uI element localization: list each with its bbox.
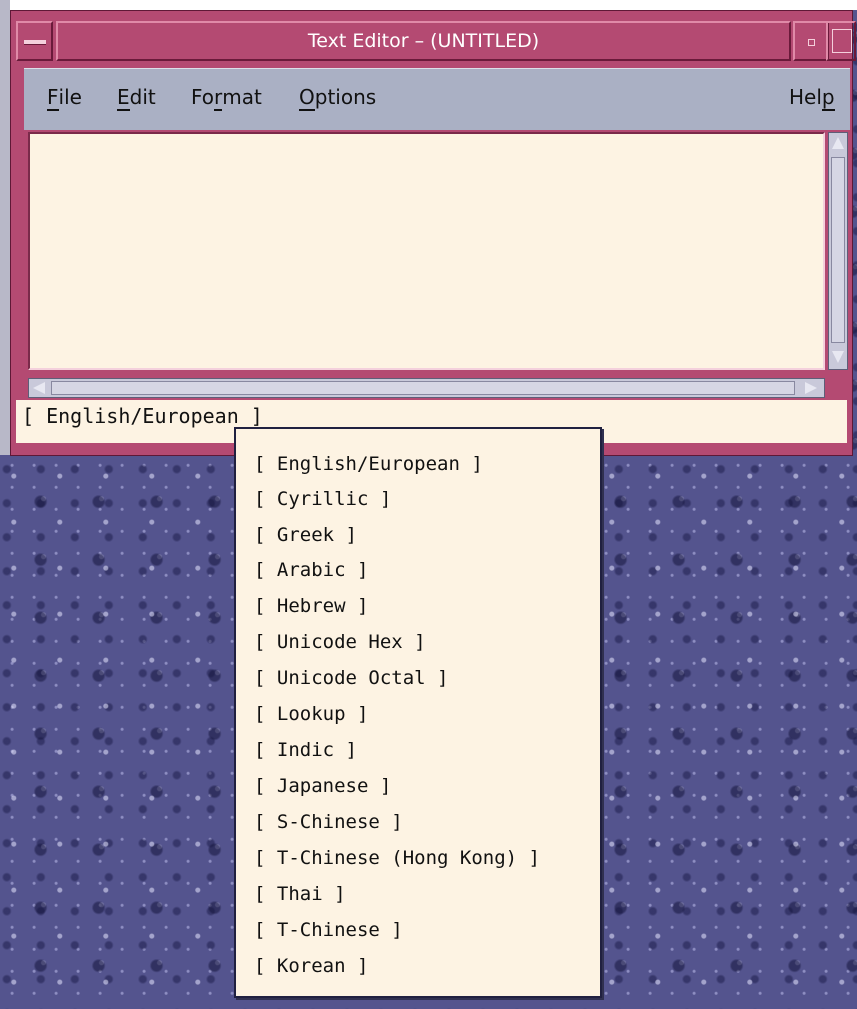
scroll-right-arrow-icon[interactable]	[805, 382, 817, 394]
menu-edit-rest: dit	[129, 85, 156, 109]
scroll-down-arrow-icon[interactable]	[832, 351, 844, 363]
horizontal-scroll-thumb[interactable]	[51, 381, 795, 395]
scroll-left-arrow-icon[interactable]	[33, 382, 45, 394]
minimize-button[interactable]	[793, 21, 829, 61]
menu-options-mnemonic: O	[299, 85, 315, 111]
scroll-up-arrow-icon[interactable]	[832, 137, 844, 149]
menu-format-pre: Fo	[191, 85, 215, 109]
menu-file[interactable]: File	[47, 85, 82, 115]
input-method-option[interactable]: [ Cyrillic ]	[254, 482, 391, 516]
input-method-option[interactable]: [ Japanese ]	[254, 769, 391, 803]
input-method-option[interactable]: [ Arabic ]	[254, 553, 368, 587]
menu-help-pre: Hel	[789, 85, 822, 109]
menu-help[interactable]: Help	[789, 85, 835, 115]
maximize-button[interactable]	[826, 21, 856, 61]
menu-options-rest: ptions	[314, 85, 377, 109]
title-bar: Text Editor – (UNTITLED)	[16, 17, 856, 69]
input-method-option[interactable]: [ T-Chinese ]	[254, 913, 403, 947]
window-title[interactable]: Text Editor – (UNTITLED)	[56, 21, 791, 61]
left-screen-edge	[0, 0, 10, 455]
vertical-scroll-thumb[interactable]	[831, 157, 845, 343]
menu-file-rest: ile	[58, 85, 82, 109]
horizontal-scrollbar[interactable]	[28, 378, 825, 398]
menu-edit[interactable]: Edit	[117, 85, 156, 115]
menu-options[interactable]: Options	[299, 85, 376, 115]
window-menu-button[interactable]	[16, 21, 53, 61]
top-screen-edge	[0, 0, 857, 10]
input-method-option[interactable]: [ Unicode Octal ]	[254, 661, 448, 695]
input-method-option[interactable]: [ T-Chinese (Hong Kong) ]	[254, 841, 540, 875]
input-method-option[interactable]: [ Korean ]	[254, 949, 368, 983]
input-method-option[interactable]: [ English/European ]	[254, 447, 483, 481]
input-method-option[interactable]: [ Unicode Hex ]	[254, 625, 426, 659]
menu-format[interactable]: Format	[191, 85, 262, 115]
input-method-option[interactable]: [ Indic ]	[254, 733, 357, 767]
menu-help-mnemonic: p	[821, 85, 835, 111]
vertical-scrollbar[interactable]	[828, 132, 848, 370]
input-method-option[interactable]: [ Lookup ]	[254, 697, 368, 731]
window-menu-icon	[24, 40, 46, 45]
maximize-icon	[832, 29, 852, 53]
input-method-option[interactable]: [ S-Chinese ]	[254, 805, 403, 839]
input-method-option[interactable]: [ Greek ]	[254, 518, 357, 552]
menu-bar: File Edit Format Options Help	[24, 68, 850, 130]
text-editor-window: Text Editor – (UNTITLED) File Edit Forma…	[10, 10, 856, 456]
menu-format-rest: mat	[222, 85, 262, 109]
minimize-icon	[808, 39, 815, 46]
input-method-menu: [ English/European ] [ Cyrillic ] [ Gree…	[234, 427, 602, 998]
text-editing-area[interactable]	[28, 132, 825, 370]
input-method-option[interactable]: [ Hebrew ]	[254, 589, 368, 623]
menu-edit-mnemonic: E	[117, 85, 130, 111]
input-method-option[interactable]: [ Thai ]	[254, 877, 346, 911]
menu-file-mnemonic: F	[47, 85, 59, 111]
